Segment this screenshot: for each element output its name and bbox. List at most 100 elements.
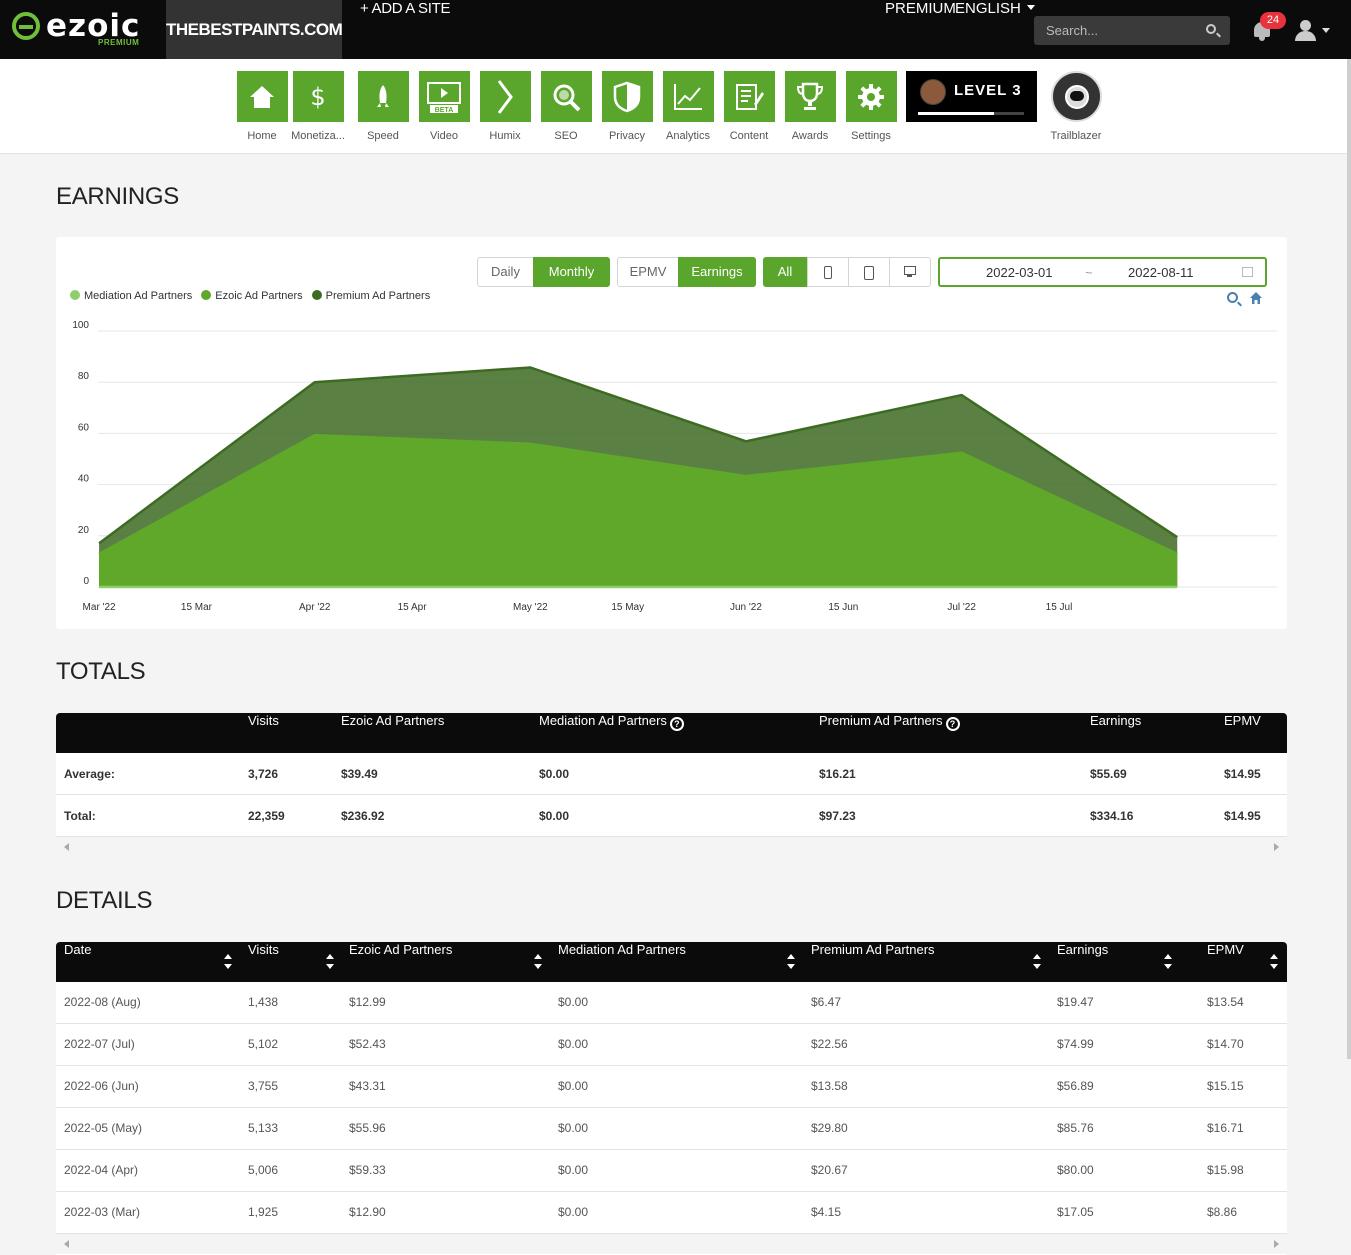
- desktop-device-button[interactable]: [889, 257, 931, 287]
- nav-item-humix[interactable]: Humix: [477, 71, 533, 142]
- epmv-button[interactable]: EPMV: [617, 257, 679, 287]
- sort-arrows-icon[interactable]: [534, 954, 542, 972]
- details-header-premium-ad-partners[interactable]: Premium Ad Partners: [811, 942, 935, 957]
- logo-tier: PREMIUM: [98, 38, 140, 47]
- nav-item-seo[interactable]: SEO: [538, 71, 594, 142]
- user-menu-chevron-icon[interactable]: [1322, 28, 1330, 33]
- nav-item-monetiza[interactable]: $ Monetiza...: [290, 71, 346, 142]
- search-icon[interactable]: [1206, 24, 1216, 34]
- table-row: 2022-08 (Aug) 1,438 $12.99 $0.00 $6.47 $19.47…: [56, 982, 1287, 1024]
- help-icon[interactable]: ?: [945, 717, 960, 731]
- totals-cell: $55.69: [1090, 767, 1127, 781]
- daily-button[interactable]: Daily: [477, 257, 534, 287]
- scroll-right-icon[interactable]: [1274, 1240, 1279, 1248]
- trailblazer-badge[interactable]: Trailblazer: [1045, 71, 1107, 142]
- premium-link[interactable]: PREMIUM: [885, 0, 956, 17]
- totals-cell: $39.49: [341, 767, 378, 781]
- nav-item-awards[interactable]: Awards: [782, 71, 838, 142]
- nav-item-settings[interactable]: Settings: [843, 71, 899, 142]
- all-devices-button[interactable]: All: [763, 257, 807, 287]
- reset-zoom-home-icon[interactable]: [1249, 291, 1263, 305]
- monthly-button[interactable]: Monthly: [533, 257, 610, 287]
- scroll-left-icon[interactable]: [64, 1240, 69, 1248]
- table-cell: $0.00: [558, 1205, 589, 1219]
- legend-label: Mediation Ad Partners: [84, 290, 193, 302]
- table-cell: 5,006: [248, 1163, 279, 1177]
- legend-item[interactable]: Mediation Ad Partners: [70, 290, 192, 302]
- header-label: Earnings: [1090, 713, 1142, 728]
- totals-cell: 3,726: [248, 767, 279, 781]
- totals-horizontal-scrollbar[interactable]: [56, 837, 1287, 857]
- details-header-date[interactable]: Date: [64, 942, 91, 957]
- legend-item[interactable]: Ezoic Ad Partners: [201, 290, 303, 302]
- legend-dot-icon: [70, 290, 80, 300]
- sort-arrows-icon[interactable]: [1270, 954, 1278, 972]
- mobile-device-button[interactable]: [807, 257, 849, 287]
- details-header-ezoic-ad-partners[interactable]: Ezoic Ad Partners: [349, 942, 452, 957]
- totals-header-cell: EPMV: [1224, 713, 1261, 728]
- nav-item-label: SEO: [554, 130, 578, 142]
- trailblazer-label: Trailblazer: [1050, 130, 1102, 142]
- legend-label: Ezoic Ad Partners: [215, 290, 303, 302]
- details-header-epmv[interactable]: EPMV: [1207, 942, 1244, 957]
- nav-item-label: Content: [729, 130, 769, 142]
- nav-item-label: Speed: [367, 130, 399, 142]
- earnings-button[interactable]: Earnings: [678, 257, 756, 287]
- language-dropdown[interactable]: ENGLISH: [955, 0, 1035, 17]
- table-cell: $6.47: [811, 995, 842, 1009]
- tablet-device-button[interactable]: [848, 257, 890, 287]
- nav-item-video[interactable]: BETA Video: [416, 71, 472, 142]
- nav-item-label: Awards: [791, 130, 829, 142]
- x-tick-label: Apr '22: [299, 602, 331, 613]
- table-cell: 2022-04 (Apr): [64, 1163, 139, 1177]
- video-icon: BETA: [418, 71, 470, 122]
- table-cell: $80.00: [1057, 1163, 1094, 1177]
- date-range-picker[interactable]: 2022-03-01 ~ 2022-08-11: [938, 257, 1267, 287]
- nav-item-home[interactable]: Home: [234, 71, 290, 142]
- legend-dot-icon: [201, 290, 212, 300]
- details-header-mediation-ad-partners[interactable]: Mediation Ad Partners: [558, 942, 686, 957]
- level-card[interactable]: LEVEL 3: [906, 71, 1037, 122]
- details-header-earnings[interactable]: Earnings: [1057, 942, 1108, 957]
- add-site-link[interactable]: + ADD A SITE: [360, 0, 451, 59]
- scroll-right-icon[interactable]: [1274, 843, 1279, 851]
- scroll-left-icon[interactable]: [64, 843, 69, 851]
- gear-icon: [845, 71, 897, 122]
- table-cell: 2022-07 (Jul): [64, 1037, 135, 1051]
- legend-item[interactable]: Premium Ad Partners: [311, 290, 430, 302]
- totals-header-cell: Ezoic Ad Partners: [341, 713, 444, 728]
- totals-cell: $14.95: [1224, 809, 1261, 823]
- sort-arrows-icon[interactable]: [224, 954, 232, 972]
- zoom-icon[interactable]: [1227, 292, 1238, 303]
- user-avatar-icon[interactable]: [1294, 20, 1318, 42]
- nav-item-label: Home: [247, 130, 277, 142]
- help-icon[interactable]: ?: [669, 717, 684, 731]
- search-input[interactable]: [1034, 16, 1194, 45]
- details-header-visits[interactable]: Visits: [248, 942, 279, 957]
- sort-arrows-icon[interactable]: [326, 954, 334, 972]
- totals-row: Average: 3,726 $39.49 $0.00 $16.21 $55.69 $14.…: [56, 753, 1287, 795]
- table-cell: $15.15: [1207, 1079, 1244, 1093]
- nav-item-analytics[interactable]: Analytics: [660, 71, 716, 142]
- totals-header-cell: Premium Ad Partners?: [819, 713, 960, 731]
- sort-arrows-icon[interactable]: [1164, 954, 1172, 972]
- table-cell: $55.96: [349, 1121, 386, 1135]
- sort-arrows-icon[interactable]: [787, 954, 795, 972]
- table-row: 2022-04 (Apr) 5,006 $59.33 $0.00 $20.67 $80.0…: [56, 1150, 1287, 1192]
- nav-item-privacy[interactable]: Privacy: [599, 71, 655, 142]
- ezoic-logo[interactable]: ezoic PREMIUM: [12, 8, 152, 50]
- page-scrollbar[interactable]: [1347, 59, 1351, 1059]
- table-cell: $0.00: [558, 995, 589, 1009]
- table-cell: $15.98: [1207, 1163, 1244, 1177]
- earnings-area-chart: 0 20 40 60 80 100 Mar '22 15 Mar Apr '22 15 Apr Ma…: [72, 320, 1277, 613]
- details-horizontal-scrollbar[interactable]: [56, 1234, 1287, 1254]
- nav-item-content[interactable]: Content: [721, 71, 777, 142]
- details-table-header: Date Visits Ezoic Ad Partners Mediation Ad …: [56, 942, 1287, 982]
- site-selector[interactable]: THEBESTPAINTS.COM: [166, 0, 343, 59]
- table-cell: 5,133: [248, 1121, 279, 1135]
- level-progress-bar: [918, 112, 1024, 115]
- table-cell: $22.56: [811, 1037, 848, 1051]
- sort-arrows-icon[interactable]: [1033, 954, 1041, 972]
- nav-item-label: Privacy: [608, 130, 646, 142]
- nav-item-speed[interactable]: Speed: [355, 71, 411, 142]
